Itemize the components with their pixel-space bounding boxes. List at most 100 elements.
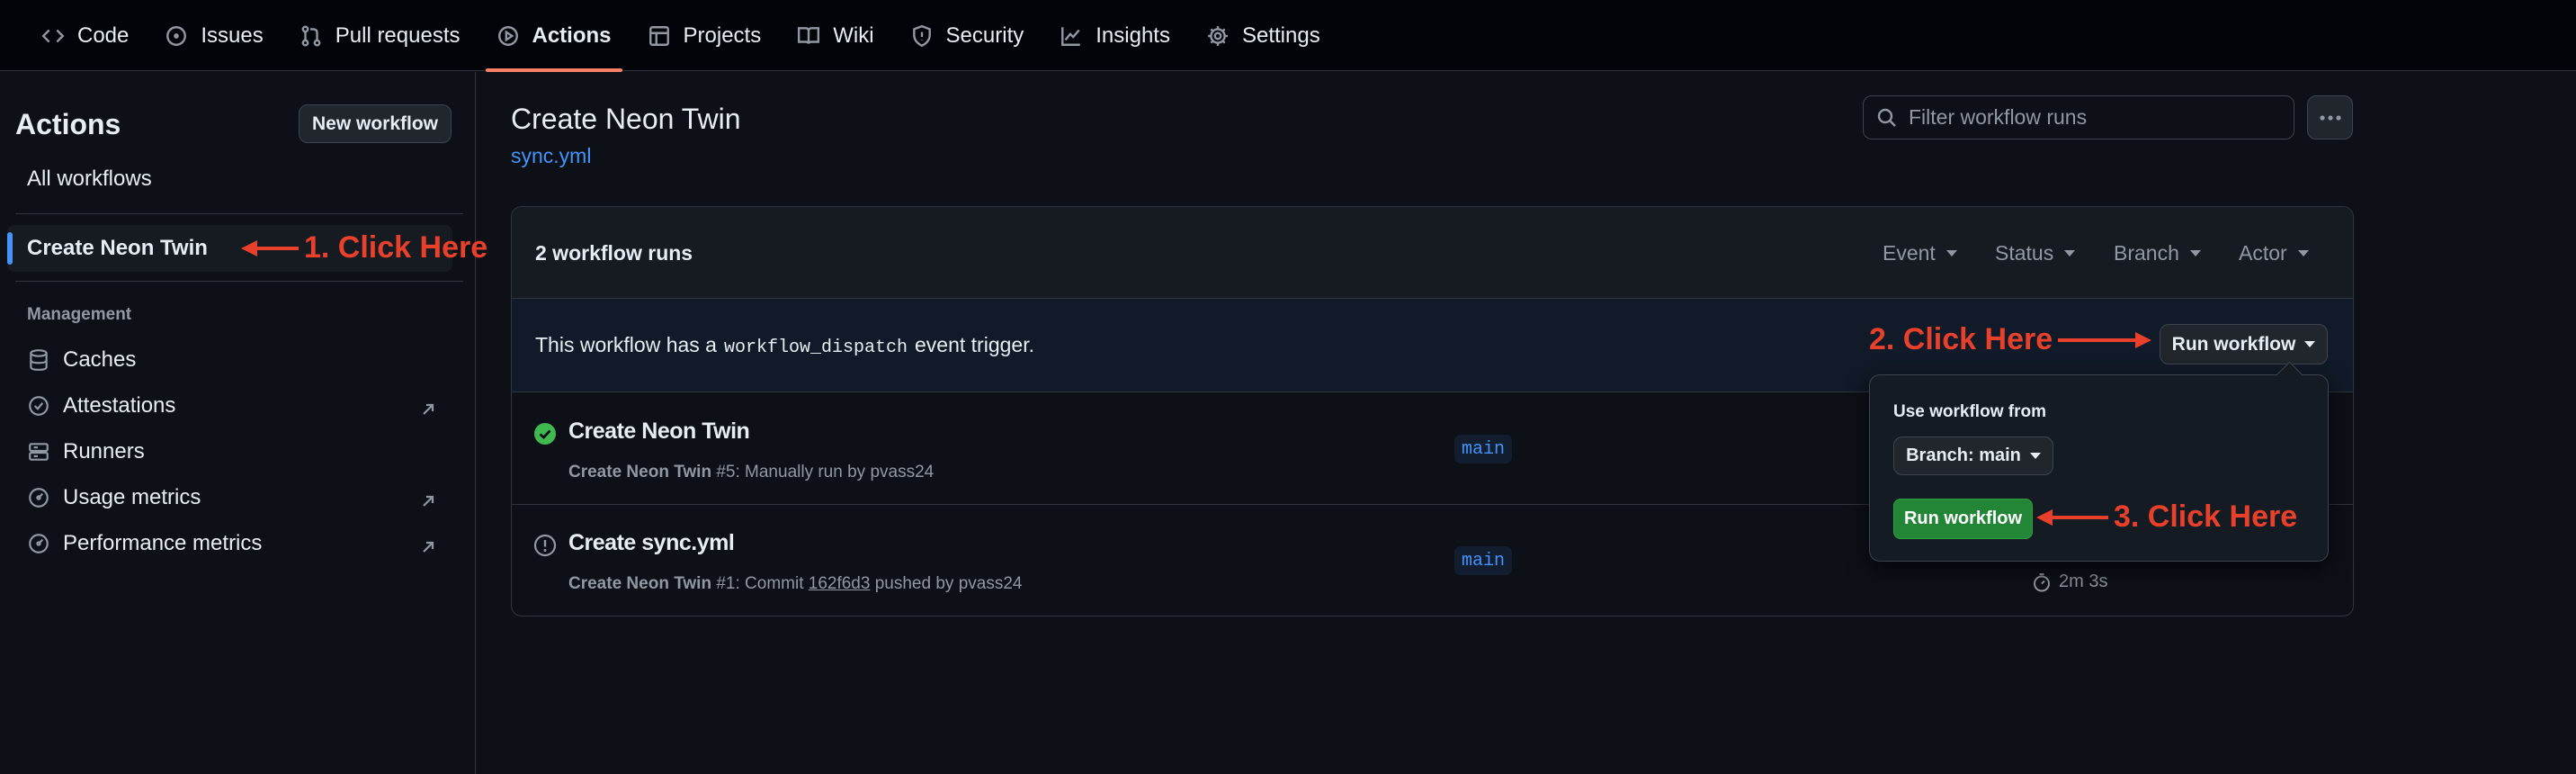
run-workflow-dropdown-button[interactable]: Run workflow <box>2160 324 2328 364</box>
commit-sha-link[interactable]: 162f6d3 <box>809 574 871 593</box>
sidebar-item-label: All workflows <box>27 166 152 191</box>
arrow-left-icon <box>241 239 299 256</box>
dispatch-text-before: This workflow has a <box>535 333 717 356</box>
verified-icon <box>29 396 49 416</box>
code-icon <box>41 29 65 42</box>
run-meta-text: : Manually run by pvass24 <box>735 463 935 482</box>
tab-settings[interactable]: Settings <box>1190 0 1337 71</box>
annotation-step-2: 2. Click Here <box>1869 322 2152 357</box>
sidebar-item-usage-metrics[interactable]: Usage metrics <box>27 485 201 510</box>
sidebar-item-caches[interactable]: Caches <box>27 347 136 373</box>
repo-nav: Code Issues Pull requests Actions Projec… <box>0 0 2576 72</box>
annotation-text: 1. Click Here <box>304 230 488 265</box>
gear-icon <box>1208 25 1228 46</box>
sidebar-item-label: Performance metrics <box>63 531 263 555</box>
annotation-text: 3. Click Here <box>2114 500 2298 534</box>
filter-input[interactable] <box>1909 105 2268 130</box>
run-meta-text: pushed by pvass24 <box>870 574 1023 593</box>
caret-down-icon <box>2304 341 2316 347</box>
arrow-right-icon <box>2058 331 2152 348</box>
search-icon <box>1877 108 1896 127</box>
sidebar-item-performance-metrics[interactable]: Performance metrics <box>27 531 262 556</box>
run-meta-text: : Commit <box>735 574 809 593</box>
book-icon <box>798 26 820 44</box>
sidebar-item-attestations[interactable]: Attestations <box>27 393 175 418</box>
dispatch-code: workflow_dispatch <box>723 338 908 358</box>
server-icon <box>29 443 49 461</box>
popover-label: Use workflow from <box>1893 402 2046 421</box>
sidebar-item-runners[interactable]: Runners <box>27 439 145 464</box>
tab-projects[interactable]: Projects <box>631 0 778 71</box>
tab-insights[interactable]: Insights <box>1043 0 1186 71</box>
runs-count: 2 workflow runs <box>535 241 693 265</box>
caret-down-icon <box>2029 453 2041 459</box>
filter-actor-dropdown[interactable]: Actor <box>2239 241 2309 266</box>
tab-label: Code <box>77 22 130 48</box>
run-duration: 2m 3s <box>2032 572 2107 592</box>
dispatch-text-after: event trigger. <box>915 333 1034 356</box>
check-circle-fill-icon <box>534 423 556 445</box>
annotation-text: 2. Click Here <box>1869 322 2053 356</box>
kebab-horizontal-icon <box>2319 114 2341 121</box>
annotation-step-3: 3. Click Here <box>2036 500 2297 535</box>
run-workflow-submit-button[interactable]: Run workflow <box>1893 499 2033 539</box>
sidebar-item-selected-label[interactable]: Create Neon Twin <box>27 236 208 261</box>
run-meta-workflow: Create Neon Twin <box>568 574 712 593</box>
database-icon <box>30 349 48 371</box>
filter-label: Actor <box>2239 241 2287 265</box>
filter-event-dropdown[interactable]: Event <box>1883 241 1957 266</box>
caret-down-icon <box>2297 250 2309 256</box>
sidebar-item-label: Runners <box>63 439 145 464</box>
tab-label: Settings <box>1241 22 1320 48</box>
runs-header: 2 workflow runs Event Status Branch Acto… <box>512 207 2353 299</box>
dispatch-text: This workflow has a workflow_dispatch even… <box>535 333 1034 358</box>
management-heading: Management <box>27 305 132 324</box>
issue-icon <box>166 25 187 46</box>
run-title[interactable]: Create sync.yml <box>568 530 735 556</box>
actions-sidebar: Actions New workflow All workflows Creat… <box>0 72 476 774</box>
run-title[interactable]: Create Neon Twin <box>568 418 750 445</box>
sidebar-item-label: Caches <box>63 347 137 372</box>
tab-label: Issues <box>201 22 264 48</box>
run-meta-number: #1 <box>716 574 736 593</box>
sidebar-item-label: Usage metrics <box>63 485 201 509</box>
external-link-icon <box>423 403 434 415</box>
workflow-file-link[interactable]: sync.yml <box>511 144 591 168</box>
shield-icon <box>912 24 931 47</box>
alert-circle-icon <box>533 534 557 557</box>
more-options-button[interactable] <box>2307 95 2353 140</box>
duration-text: 2m 3s <box>2059 572 2108 591</box>
filter-branch-dropdown[interactable]: Branch <box>2114 241 2201 266</box>
tab-label: Security <box>945 22 1024 48</box>
sidebar-item-label: Attestations <box>63 393 176 418</box>
play-icon <box>497 25 518 46</box>
tab-pull-requests[interactable]: Pull requests <box>283 0 477 71</box>
run-workflow-label: Run workflow <box>2171 333 2296 355</box>
caret-down-icon <box>2189 250 2201 256</box>
branch-label[interactable]: main <box>1454 546 1513 575</box>
tab-wiki[interactable]: Wiki <box>781 0 890 71</box>
tab-label: Insights <box>1096 22 1170 48</box>
branch-label[interactable]: main <box>1454 435 1513 464</box>
graph-icon <box>1061 26 1080 46</box>
annotation-step-1: 1. Click Here <box>241 230 487 266</box>
caret-down-icon <box>2064 250 2076 256</box>
new-workflow-button[interactable]: New workflow <box>299 104 452 143</box>
tab-label: Actions <box>532 22 612 48</box>
tab-security[interactable]: Security <box>894 0 1041 71</box>
run-meta: Create Neon Twin #5: Manually run by pva… <box>568 463 934 482</box>
filter-workflow-runs[interactable] <box>1863 95 2294 140</box>
tab-code[interactable]: Code <box>25 0 145 71</box>
tab-issues[interactable]: Issues <box>148 0 279 71</box>
branch-select-button[interactable]: Branch: main <box>1893 436 2053 475</box>
sidebar-item-label: Create Neon Twin <box>27 236 208 260</box>
filter-status-dropdown[interactable]: Status <box>1995 241 2076 266</box>
meter-icon <box>29 534 49 554</box>
sidebar-item-all-workflows[interactable]: All workflows <box>27 166 152 192</box>
sidebar-divider <box>15 281 463 282</box>
arrow-left-icon <box>2036 508 2108 526</box>
tab-actions[interactable]: Actions <box>480 0 628 72</box>
run-meta-workflow: Create Neon Twin <box>568 463 712 482</box>
stopwatch-icon <box>2034 572 2050 591</box>
tab-label: Projects <box>683 22 762 48</box>
